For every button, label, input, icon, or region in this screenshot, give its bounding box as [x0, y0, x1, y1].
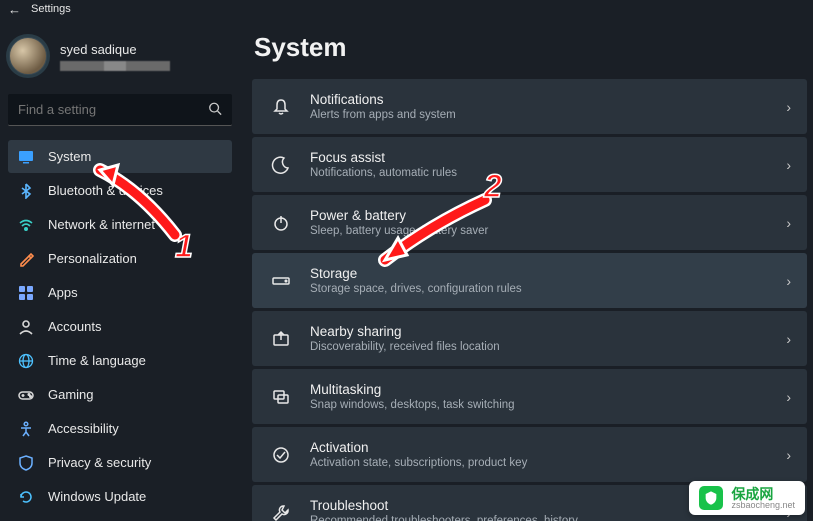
power-icon — [268, 213, 294, 233]
sidebar-item-gaming[interactable]: Gaming — [8, 378, 232, 411]
apps-icon — [18, 285, 34, 301]
update-icon — [18, 489, 34, 505]
sidebar-item-accounts[interactable]: Accounts — [8, 310, 232, 343]
card-sub: Discoverability, received files location — [310, 341, 786, 353]
sidebar-item-accessibility[interactable]: Accessibility — [8, 412, 232, 445]
chevron-right-icon: › — [786, 331, 791, 347]
card-sub: Recommended troubleshooters, preferences… — [310, 515, 786, 521]
chevron-right-icon: › — [786, 273, 791, 289]
card-sub: Activation state, subscriptions, product… — [310, 457, 786, 469]
storage-icon — [268, 271, 294, 291]
moon-icon — [268, 155, 294, 175]
sidebar-item-label: Gaming — [48, 387, 94, 402]
card-title: Power & battery — [310, 208, 786, 223]
watermark-text: 保成网 — [731, 487, 795, 501]
sidebar-item-time-language[interactable]: Time & language — [8, 344, 232, 377]
sidebar-item-personalization[interactable]: Personalization — [8, 242, 232, 275]
card-sub: Sleep, battery usage, battery saver — [310, 225, 786, 237]
card-nearby-sharing[interactable]: Nearby sharing Discoverability, received … — [252, 311, 807, 366]
back-button[interactable]: ← — [8, 2, 21, 17]
gamepad-icon — [18, 387, 34, 403]
shield-icon — [18, 455, 34, 471]
sidebar-item-label: Windows Update — [48, 489, 146, 504]
check-circle-icon — [268, 445, 294, 465]
card-sub: Snap windows, desktops, task switching — [310, 399, 786, 411]
chevron-right-icon: › — [786, 389, 791, 405]
main-content: System Notifications Alerts from apps and… — [240, 18, 813, 521]
sidebar-nav: System Bluetooth & devices Network & int… — [4, 140, 236, 513]
chevron-right-icon: › — [786, 447, 791, 463]
chevron-right-icon: › — [786, 99, 791, 115]
sidebar-item-label: Accounts — [48, 319, 101, 334]
search-input[interactable] — [8, 94, 232, 126]
avatar — [6, 34, 50, 78]
user-email-redacted — [60, 61, 170, 71]
system-icon — [18, 149, 34, 165]
bell-icon — [268, 97, 294, 117]
card-title: Multitasking — [310, 382, 786, 397]
watermark-url: zsbaocheng.net — [731, 501, 795, 510]
sidebar-item-label: Bluetooth & devices — [48, 183, 163, 198]
sidebar-item-privacy[interactable]: Privacy & security — [8, 446, 232, 479]
card-multitasking[interactable]: Multitasking Snap windows, desktops, task… — [252, 369, 807, 424]
card-title: Activation — [310, 440, 786, 455]
card-activation[interactable]: Activation Activation state, subscription… — [252, 427, 807, 482]
card-sub: Notifications, automatic rules — [310, 167, 786, 179]
watermark-icon — [699, 486, 723, 510]
chevron-right-icon: › — [786, 215, 791, 231]
person-icon — [18, 319, 34, 335]
sidebar-item-system[interactable]: System — [8, 140, 232, 173]
sidebar-item-label: Privacy & security — [48, 455, 151, 470]
accessibility-icon — [18, 421, 34, 437]
sidebar: syed sadique System Bluetooth & devices … — [0, 18, 240, 521]
watermark: 保成网 zsbaocheng.net — [689, 481, 805, 515]
sidebar-item-label: Time & language — [48, 353, 146, 368]
card-power-battery[interactable]: Power & battery Sleep, battery usage, bat… — [252, 195, 807, 250]
share-icon — [268, 329, 294, 349]
sidebar-item-label: Accessibility — [48, 421, 119, 436]
sidebar-item-label: Personalization — [48, 251, 137, 266]
globe-icon — [18, 353, 34, 369]
sidebar-item-windows-update[interactable]: Windows Update — [8, 480, 232, 513]
search-icon — [208, 102, 222, 119]
sidebar-item-label: Apps — [48, 285, 78, 300]
card-title: Storage — [310, 266, 786, 281]
sidebar-item-network[interactable]: Network & internet — [8, 208, 232, 241]
bluetooth-icon — [18, 183, 34, 199]
card-title: Focus assist — [310, 150, 786, 165]
sidebar-item-label: System — [48, 149, 91, 164]
chevron-right-icon: › — [786, 157, 791, 173]
card-title: Nearby sharing — [310, 324, 786, 339]
card-notifications[interactable]: Notifications Alerts from apps and system… — [252, 79, 807, 134]
wifi-icon — [18, 217, 34, 233]
wrench-icon — [268, 503, 294, 521]
card-sub: Alerts from apps and system — [310, 109, 786, 121]
brush-icon — [18, 251, 34, 267]
sidebar-item-apps[interactable]: Apps — [8, 276, 232, 309]
user-name: syed sadique — [60, 42, 170, 57]
card-storage[interactable]: Storage Storage space, drives, configurat… — [252, 253, 807, 308]
card-sub: Storage space, drives, configuration rul… — [310, 283, 786, 295]
app-title: Settings — [31, 3, 71, 15]
user-account-block[interactable]: syed sadique — [4, 28, 236, 92]
card-title: Notifications — [310, 92, 786, 107]
card-focus-assist[interactable]: Focus assist Notifications, automatic rul… — [252, 137, 807, 192]
page-title: System — [254, 32, 807, 63]
sidebar-item-bluetooth[interactable]: Bluetooth & devices — [8, 174, 232, 207]
windows-icon — [268, 387, 294, 407]
sidebar-item-label: Network & internet — [48, 217, 155, 232]
